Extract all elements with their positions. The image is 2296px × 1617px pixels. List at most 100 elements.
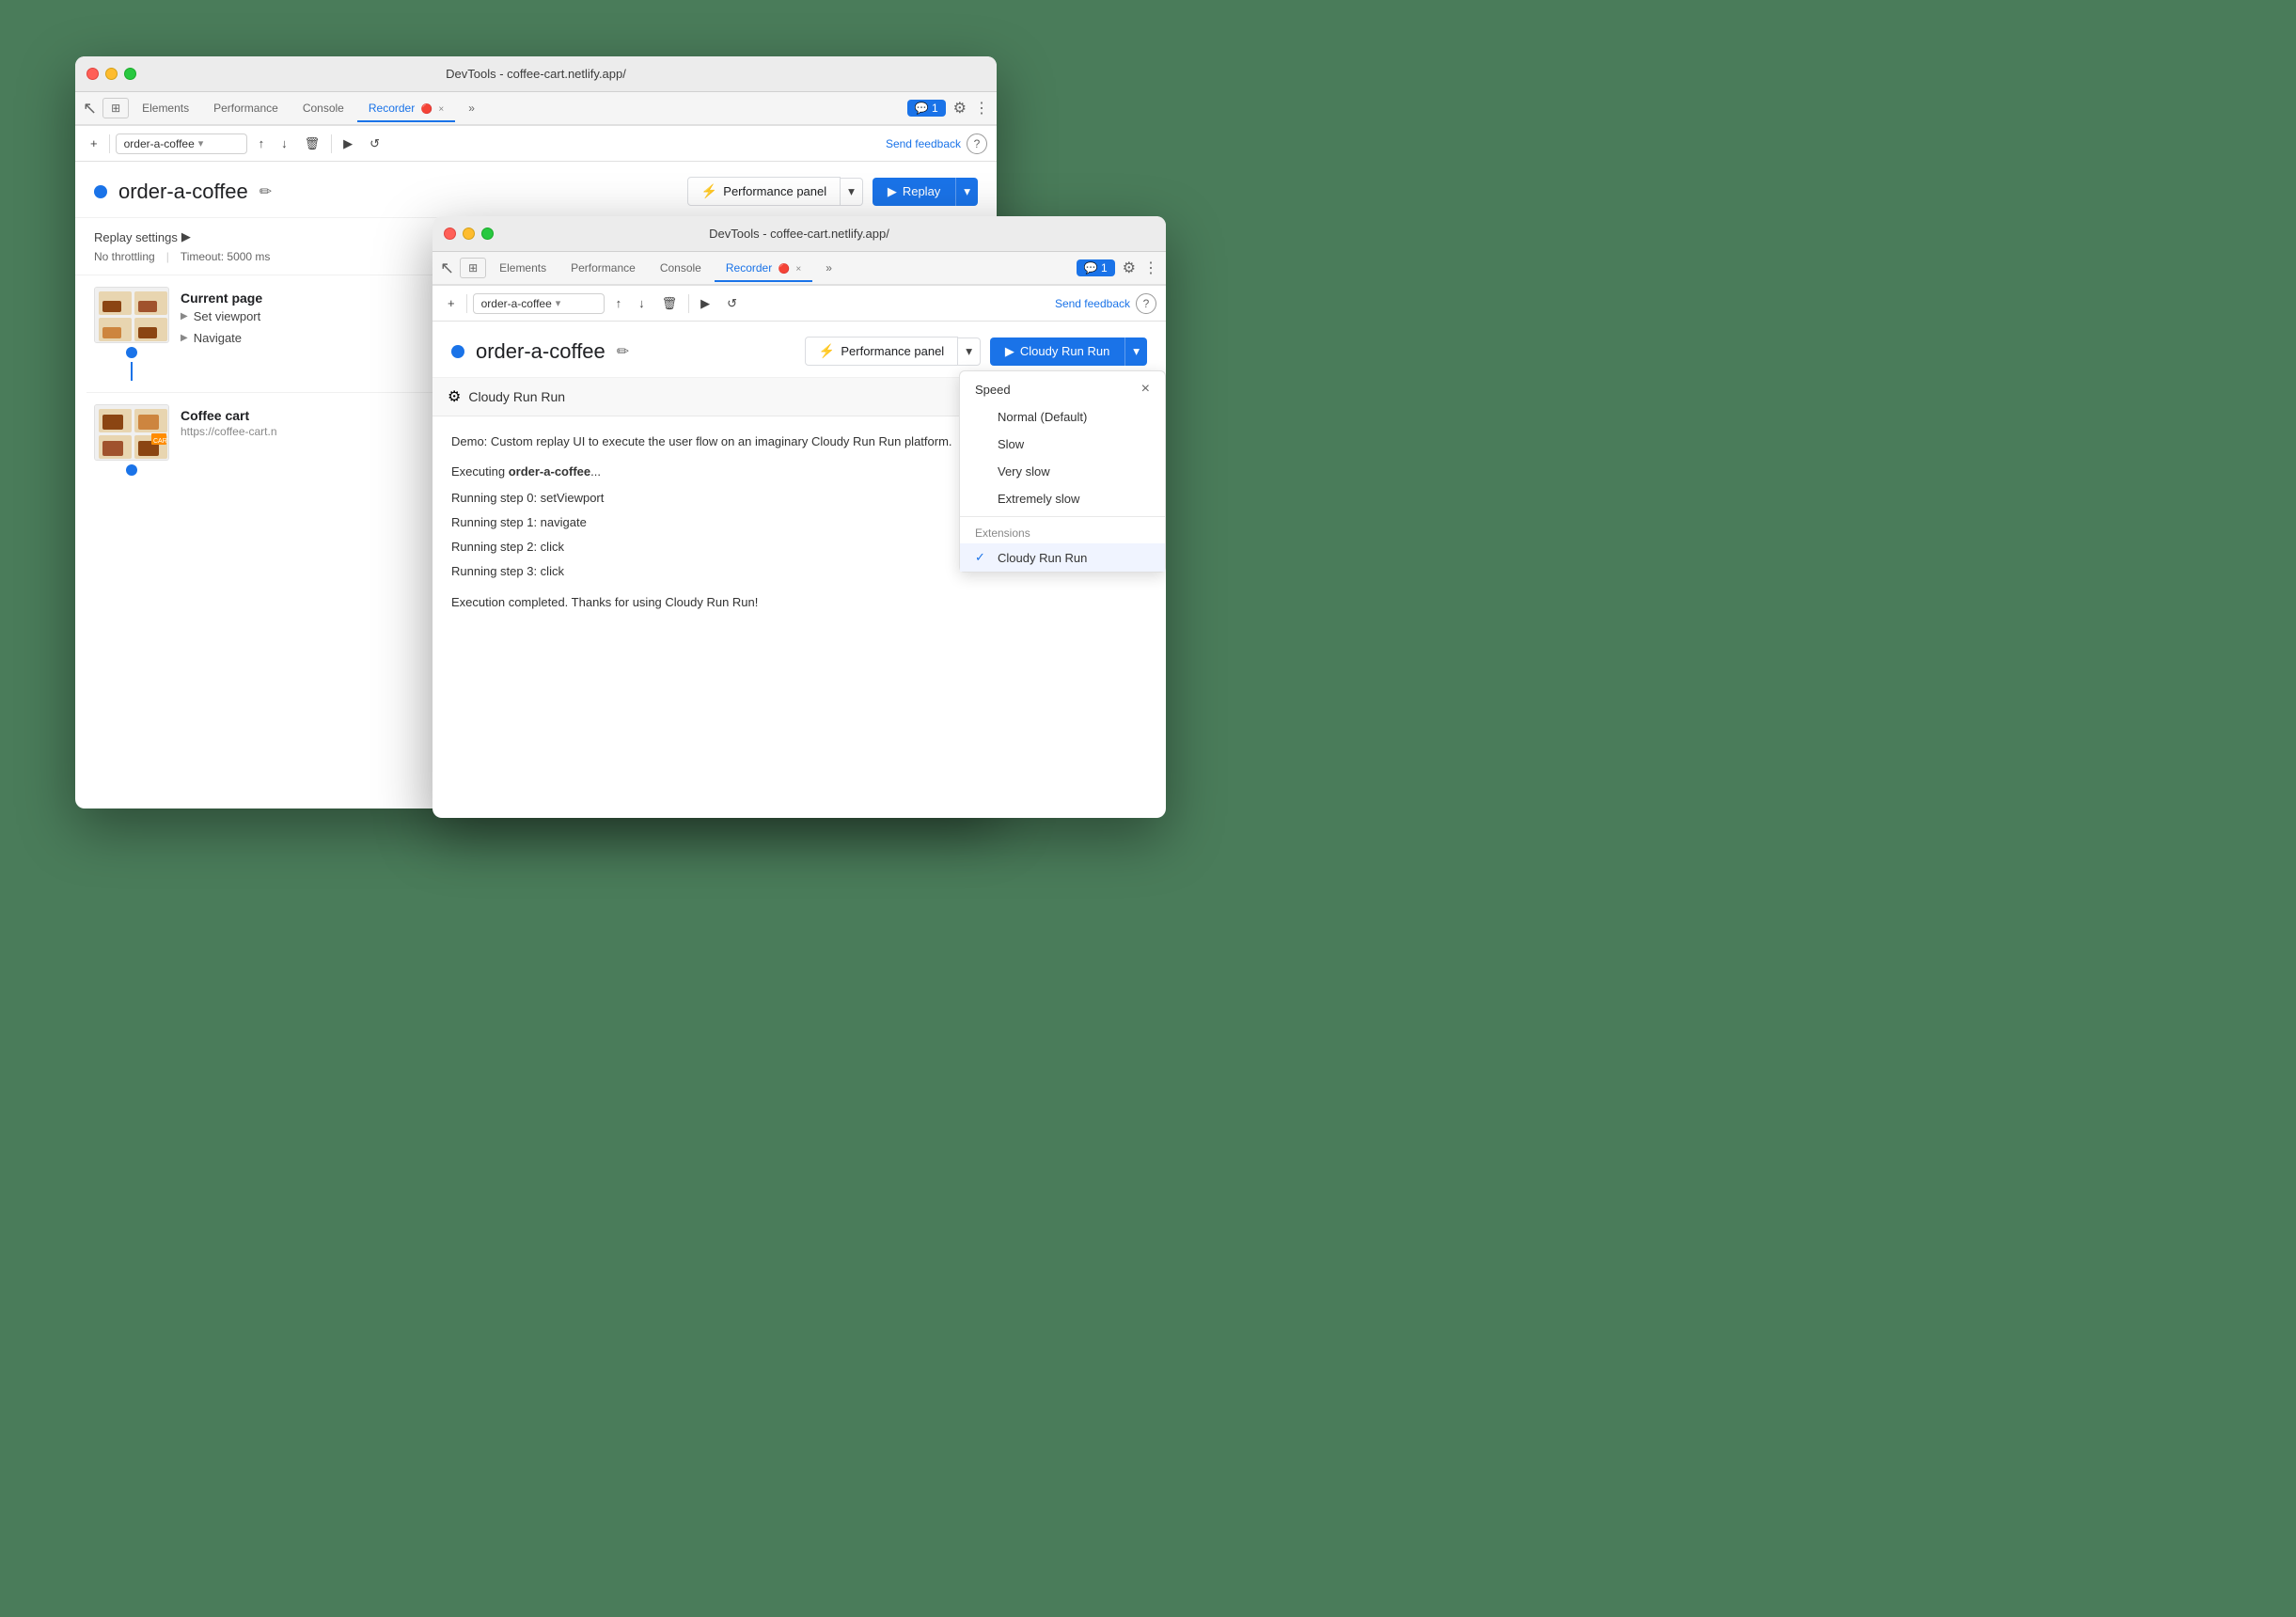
add-recording-btn-front[interactable]: + [442,292,461,314]
recording-indicator-back [94,185,107,198]
settings-icon-front[interactable]: ⚙ [1123,259,1136,277]
recording-name-box-back[interactable]: order-a-coffee ▾ [116,133,247,154]
tab-more-front[interactable]: » [814,256,843,280]
responsive-icon-front[interactable]: ⊞ [460,258,486,278]
import-btn-front[interactable]: ↓ [633,292,651,314]
export-btn-front[interactable]: ↑ [610,292,628,314]
tab-recorder-back[interactable]: Recorder 🔴 × [357,96,455,122]
title-bar-back: DevTools - coffee-cart.netlify.app/ [75,56,997,92]
recording-indicator-front [451,345,464,358]
recording-title-front: order-a-coffee [476,339,605,364]
edit-icon-front[interactable]: ✏ [617,342,629,361]
fullscreen-button-back[interactable] [124,68,136,80]
chat-badge-front[interactable]: 💬 1 [1077,259,1115,276]
window-title-back: DevTools - coffee-cart.netlify.app/ [446,67,626,81]
send-feedback-link-front[interactable]: Send feedback [1055,297,1130,310]
devtools-window-front: DevTools - coffee-cart.netlify.app/ ↖ ⊞ … [432,216,1166,818]
edit-icon-back[interactable]: ✏ [259,182,272,201]
title-bar-front: DevTools - coffee-cart.netlify.app/ [432,216,1166,252]
speed-slow[interactable]: Slow [960,431,1165,458]
cursor-icon-front: ↖ [440,259,458,278]
help-btn-front[interactable]: ? [1136,293,1156,314]
delete-btn-front[interactable]: 🗑 [656,292,684,315]
chat-badge-back[interactable]: 💬 1 [907,100,946,117]
import-btn-back[interactable]: ↓ [275,133,293,154]
play-btn-front[interactable]: ▶ [695,292,716,315]
help-btn-back[interactable]: ? [967,133,987,154]
recording-title-back: order-a-coffee [118,180,248,204]
dropdown-close-icon[interactable]: × [1141,381,1150,398]
recording-header-back: order-a-coffee ✏ ⚡ Performance panel ▾ ▶… [75,162,997,218]
dropdown-arrow-back: ▾ [198,137,204,149]
check-cloudy: ✓ [975,550,990,565]
more-icon-front[interactable]: ⋮ [1143,259,1158,277]
perf-panel-dropdown-front[interactable]: ▾ [958,338,981,366]
perf-panel-btn-back[interactable]: ⚡ Performance panel [687,177,841,206]
perf-panel-dropdown-back[interactable]: ▾ [841,178,863,206]
plugin-name-label: Cloudy Run Run [468,389,565,404]
extension-cloudy-run-run[interactable]: ✓ Cloudy Run Run [960,543,1165,572]
undo-btn-back[interactable]: ↺ [364,133,385,155]
tab-console-front[interactable]: Console [649,256,713,280]
replay-btn-back[interactable]: ▶ Replay [873,178,955,206]
cursor-icon-back: ↖ [83,99,101,118]
delete-btn-back[interactable]: 🗑 [299,133,326,155]
dropdown-arrow-front: ▾ [556,297,561,309]
tab-more-back[interactable]: » [457,96,486,120]
speed-very-slow[interactable]: Very slow [960,458,1165,485]
tab-close-front[interactable]: × [795,264,801,275]
replay-dropdown-back[interactable]: ▾ [955,178,978,206]
tab-performance-back[interactable]: Performance [202,96,290,120]
action-buttons-front: ⚡ Performance panel ▾ ▶ Cloudy Run Run ▾ [805,337,1147,366]
step-thumb-1 [94,287,169,343]
undo-btn-front[interactable]: ↺ [721,292,743,315]
speed-label: Speed [975,383,1011,397]
dot-2 [126,464,137,476]
speed-dropdown: Speed × Normal (Default) Slow Very slow … [959,370,1166,573]
recorder-icon-back: 🔴 [421,104,432,115]
divider2-back [331,134,332,153]
plugin-icon: ⚙ [448,387,461,406]
close-button-front[interactable] [444,228,456,240]
traffic-lights-back [86,68,136,80]
cloudy-run-run-dropdown-btn[interactable]: ▾ [1124,338,1147,366]
minimize-button-front[interactable] [463,228,475,240]
tab-elements-back[interactable]: Elements [131,96,200,120]
tab-bar-back: ↖ ⊞ Elements Performance Console Recorde… [75,92,997,126]
close-button-back[interactable] [86,68,99,80]
tab-console-back[interactable]: Console [291,96,355,120]
action-buttons-back: ⚡ Performance panel ▾ ▶ Replay ▾ [687,177,978,206]
perf-panel-btn-front[interactable]: ⚡ Performance panel [805,337,958,366]
toolbar-right-back: 💬 1 ⚙ ⋮ [907,99,989,118]
perf-icon-front: ⚡ [819,343,835,359]
completed-text: Execution completed. Thanks for using Cl… [451,592,1147,613]
speed-normal[interactable]: Normal (Default) [960,403,1165,431]
tab-recorder-front[interactable]: Recorder 🔴 × [715,256,812,282]
add-recording-btn-back[interactable]: + [85,133,103,154]
dropdown-divider [960,516,1165,517]
settings-icon-back[interactable]: ⚙ [953,99,967,118]
send-feedback-link-back[interactable]: Send feedback [886,137,961,150]
cloudy-run-run-btn[interactable]: ▶ Cloudy Run Run [990,338,1124,366]
tab-elements-front[interactable]: Elements [488,256,558,280]
dropdown-header: Speed × [960,371,1165,403]
toolbar-right-front: 💬 1 ⚙ ⋮ [1077,259,1158,277]
tab-bar-front: ↖ ⊞ Elements Performance Console Recorde… [432,252,1166,286]
divider1-back [109,134,110,153]
minimize-button-back[interactable] [105,68,118,80]
recorder-icon-front: 🔴 [778,264,790,275]
export-btn-back[interactable]: ↑ [253,133,271,154]
more-icon-back[interactable]: ⋮ [974,99,989,118]
fullscreen-button-front[interactable] [481,228,494,240]
responsive-icon-back[interactable]: ⊞ [102,98,129,118]
recorder-toolbar-front: + order-a-coffee ▾ ↑ ↓ 🗑 ▶ ↺ Send feedba… [432,286,1166,322]
speed-extremely-slow[interactable]: Extremely slow [960,485,1165,512]
tab-performance-front[interactable]: Performance [559,256,647,280]
line-1 [131,362,133,381]
step-visual-1 [94,287,169,381]
executing-bold: order-a-coffee [509,464,590,479]
recording-name-box-front[interactable]: order-a-coffee ▾ [473,293,605,314]
tab-close-back[interactable]: × [438,104,444,115]
divider2-front [688,294,689,313]
play-btn-back[interactable]: ▶ [338,133,358,155]
